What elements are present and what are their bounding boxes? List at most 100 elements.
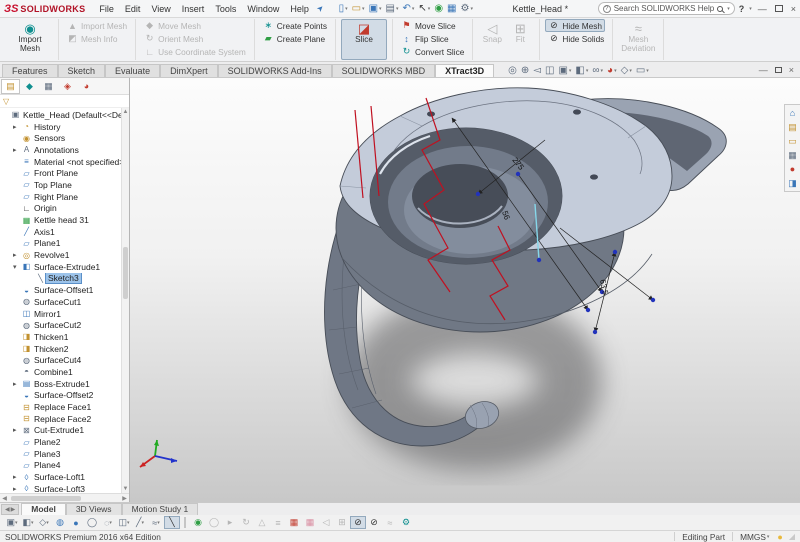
quick-access-button[interactable]: ↶ ▾ <box>402 3 416 14</box>
ribbon-button[interactable]: ↻ Orient Mesh <box>141 32 206 45</box>
tree-item[interactable]: ▱ Plane1 <box>0 238 129 250</box>
viewport-canvas[interactable]: 275 56 63.5 <box>130 78 800 502</box>
tree-item[interactable]: A Annotations <box>0 144 129 156</box>
minimize-button[interactable]: — <box>758 4 767 14</box>
tree-item[interactable]: ╲ Sketch3 <box>0 273 129 285</box>
ribbon-button[interactable]: ◩ Mesh Info <box>64 32 120 45</box>
menu-item[interactable]: View <box>151 4 170 14</box>
tree-item[interactable]: ◊ Surface-Loft1 <box>0 471 129 483</box>
ribbon-button[interactable]: ◆ Move Mesh <box>141 19 204 32</box>
tree-item[interactable]: ▱ Top Plane <box>0 179 129 191</box>
view-toolbar-button[interactable]: ⊘ ▾ <box>366 516 382 529</box>
ribbon-button[interactable]: ∗ Create Points <box>260 19 330 32</box>
scrollbar-thumb[interactable] <box>11 496 81 501</box>
document-tab[interactable]: Model <box>21 503 66 515</box>
tree-item[interactable]: ▤ Boss-Extrude1 <box>0 378 129 390</box>
scrollbar-thumb[interactable] <box>123 247 128 299</box>
heads-up-button[interactable]: ◅ ▾ <box>533 65 541 76</box>
ribbon-button[interactable]: ↕ Flip Slice <box>398 32 452 45</box>
command-tab[interactable]: Features <box>2 64 58 77</box>
expand-arrow-icon[interactable] <box>13 251 21 259</box>
tree-item[interactable]: ▦ Kettle head 31 <box>0 214 129 226</box>
tree-item[interactable]: ⊟ Replace Face1 <box>0 401 129 413</box>
document-tab[interactable]: 3D Views <box>66 503 122 515</box>
tree-item[interactable]: ◊ Surface-Loft3 <box>0 483 129 493</box>
search-input[interactable]: Search SOLIDWORKS Help <box>614 4 714 13</box>
ribbon-button[interactable]: ◉ Import Mesh <box>7 19 53 60</box>
quick-access-button[interactable]: ◉ ▾ <box>433 3 444 14</box>
help-button[interactable]: ? <box>739 4 745 14</box>
feature-manager-tab[interactable]: ▦ <box>39 79 58 94</box>
restore-button[interactable] <box>775 5 783 12</box>
doc-restore-button[interactable] <box>775 67 782 73</box>
scroll-left-icon[interactable]: ◀ <box>0 495 9 502</box>
expand-arrow-icon[interactable] <box>13 473 21 481</box>
tree-item[interactable]: ◨ Thicken2 <box>0 343 129 355</box>
view-toolbar-button[interactable]: ▣ ▾ <box>4 516 20 529</box>
command-tab[interactable]: Sketch <box>58 64 106 77</box>
ribbon-button[interactable]: ↻ Convert Slice <box>398 45 467 58</box>
ribbon-button[interactable]: ▲ Import Mesh <box>64 19 130 32</box>
feature-manager-tab[interactable]: ◆ <box>20 79 39 94</box>
heads-up-button[interactable]: ◫ ▾ <box>545 65 554 76</box>
tree-item[interactable]: ∟ Origin <box>0 203 129 215</box>
heads-up-button[interactable]: ◕ ▾ <box>607 65 617 76</box>
sheet-tab-scroll[interactable]: ◀▶ <box>1 504 19 515</box>
view-toolbar-button[interactable]: ⊘ ▾ <box>350 516 366 529</box>
tree-item[interactable]: ╱ Axis1 <box>0 226 129 238</box>
search-box[interactable]: ? Search SOLIDWORKS Help ▾ <box>598 2 735 15</box>
heads-up-button[interactable]: ∞ ▾ <box>592 65 603 76</box>
units-selector[interactable]: MMGS <box>740 532 766 542</box>
quick-access-button[interactable]: ↖ ▾ <box>417 3 431 14</box>
view-toolbar-button[interactable]: ● ▾ <box>68 516 84 529</box>
task-pane-button[interactable]: ⌂ <box>790 108 795 118</box>
quick-access-button[interactable]: ▣ ▾ <box>368 3 383 14</box>
tree-item[interactable]: ⊟ Replace Face2 <box>0 413 129 425</box>
quick-access-button[interactable]: ▤ ▾ <box>385 3 400 14</box>
scroll-left-icon[interactable]: ◀ <box>5 506 10 513</box>
tree-item[interactable]: ▱ Front Plane <box>0 167 129 179</box>
view-toolbar-button[interactable]: ◯ ▾ <box>84 516 100 529</box>
ribbon-button[interactable]: ⚑ Move Slice <box>398 19 459 32</box>
command-tab[interactable]: SOLIDWORKS Add-Ins <box>218 64 332 77</box>
view-toolbar-button[interactable]: ◁ ▾ <box>318 516 334 529</box>
scroll-right-icon[interactable]: ▶ <box>120 495 129 502</box>
view-toolbar-button[interactable]: ◍ ▾ <box>52 516 68 529</box>
tree-item[interactable]: ◉ Sensors <box>0 132 129 144</box>
tree-item[interactable]: ◎ Revolve1 <box>0 249 129 261</box>
command-tab[interactable]: SOLIDWORKS MBD <box>332 64 436 77</box>
view-toolbar-button[interactable]: ╲ ▾ <box>164 516 180 529</box>
menu-item[interactable]: Help <box>290 4 309 14</box>
menu-item[interactable]: Window <box>247 4 279 14</box>
tree-item[interactable]: ▣ Kettle_Head (Default<<Default>_Displ <box>0 109 129 121</box>
tree-item[interactable]: ◫ Mirror1 <box>0 308 129 320</box>
view-toolbar-button[interactable]: ◧ ▾ <box>20 516 36 529</box>
close-button[interactable]: × <box>791 4 796 14</box>
view-toolbar-button[interactable]: ≈ ▾ <box>382 516 398 529</box>
tag-icon[interactable]: ● <box>777 532 782 542</box>
expand-arrow-icon[interactable] <box>13 146 21 154</box>
command-tab[interactable]: DimXpert <box>160 64 218 77</box>
view-toolbar-button[interactable]: ▾ <box>184 517 186 528</box>
tree-item[interactable]: ◓ Combine1 <box>0 366 129 378</box>
graphics-viewport[interactable]: 275 56 63.5 ⌂▤▭▦●◨ <box>130 78 800 502</box>
view-toolbar-button[interactable]: ◫ ▾ <box>116 516 132 529</box>
tree-item[interactable]: ◒ Surface-Offset1 <box>0 284 129 296</box>
tree-item[interactable]: ◍ SurfaceCut2 <box>0 319 129 331</box>
view-toolbar-button[interactable]: ↻ ▾ <box>238 516 254 529</box>
command-tab[interactable]: Evaluate <box>105 64 160 77</box>
tree-horizontal-scrollbar[interactable]: ◀ ▶ <box>0 493 129 502</box>
view-toolbar-button[interactable]: ▦ ▾ <box>286 516 302 529</box>
search-icon[interactable] <box>717 6 723 12</box>
tree-item[interactable]: ≡ Material <not specified> <box>0 156 129 168</box>
tree-item[interactable]: ▱ Plane2 <box>0 436 129 448</box>
task-pane-button[interactable]: ▦ <box>788 150 797 160</box>
feature-manager-tab[interactable]: ◕ <box>77 79 96 93</box>
ribbon-button[interactable]: ⊘ Hide Solids <box>545 32 607 45</box>
quick-access-button[interactable]: ▭ ▾ <box>351 3 366 14</box>
quick-access-button[interactable]: ▦ ▾ <box>446 3 457 14</box>
view-toolbar-button[interactable]: ◯ ▾ <box>206 516 222 529</box>
tree-item[interactable]: ◍ SurfaceCut4 <box>0 354 129 366</box>
filter-funnel-icon[interactable]: ▽ <box>3 97 9 106</box>
heads-up-button[interactable]: ◧ ▾ <box>575 65 588 76</box>
